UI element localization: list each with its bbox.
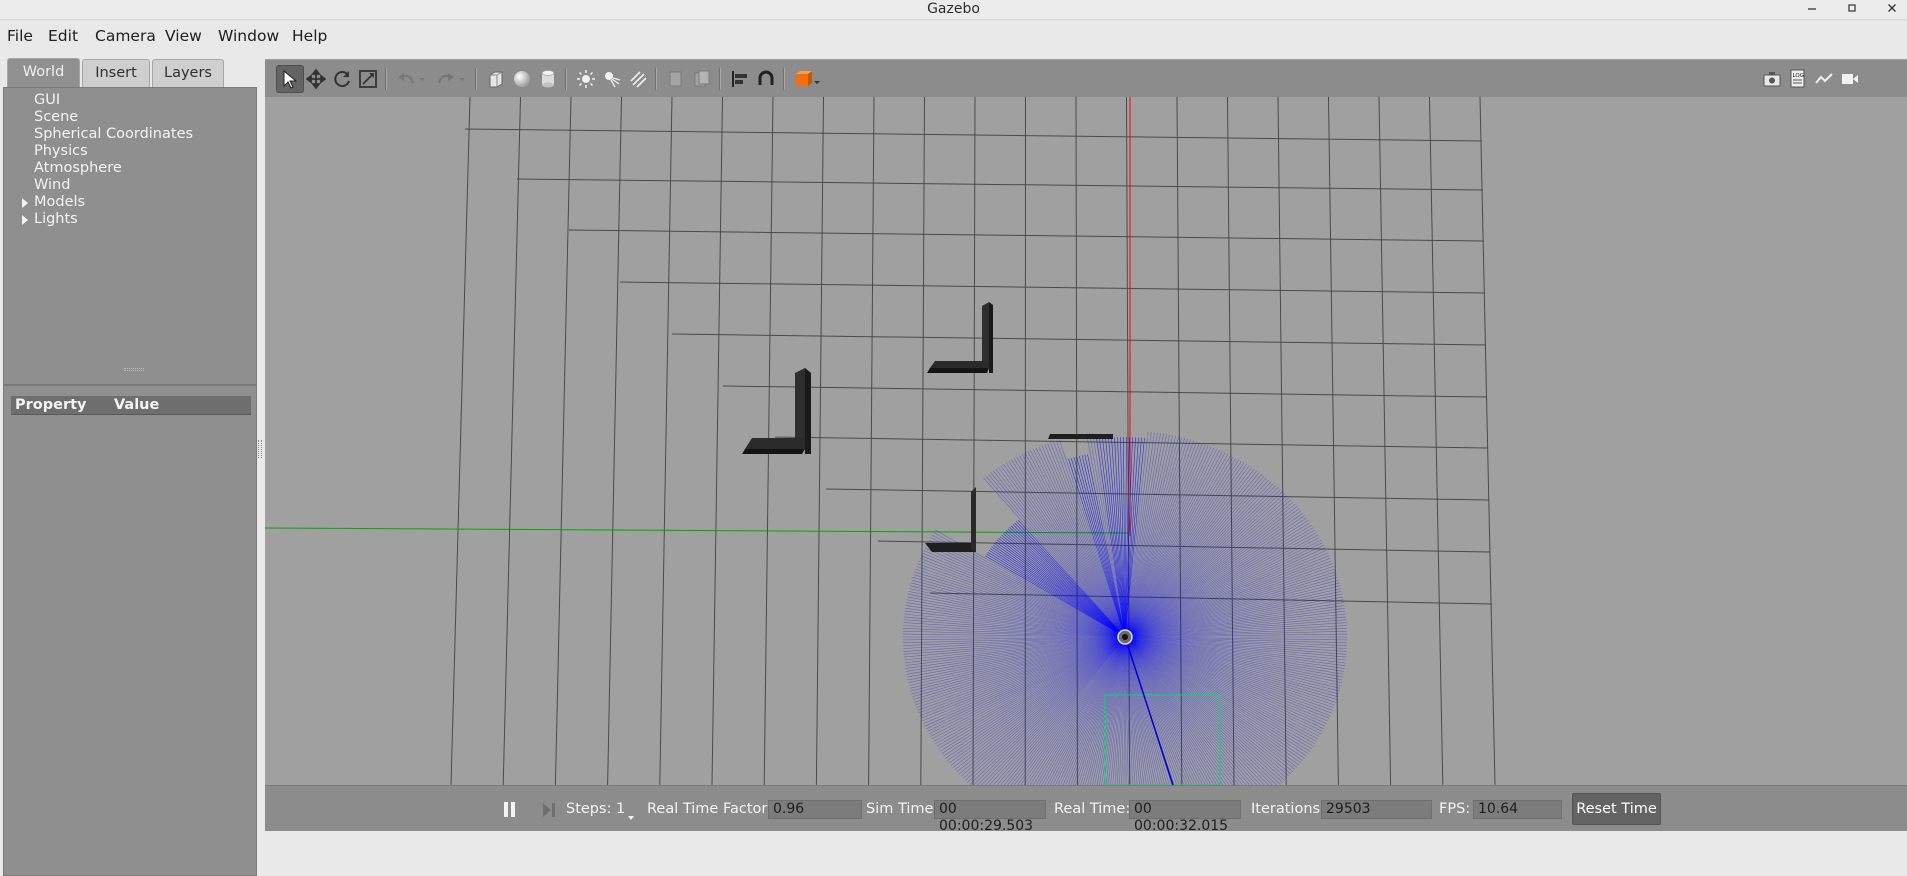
sim-time-label: Sim Time: — [866, 801, 938, 817]
menu-camera[interactable]: Camera — [95, 27, 156, 45]
tab-layers[interactable]: Layers — [152, 59, 224, 87]
real-time-field: 00 00:00:32.015 — [1129, 800, 1241, 819]
svg-text:LOG: LOG — [1793, 73, 1804, 79]
sim-time-field: 00 00:00:29.503 — [934, 800, 1046, 819]
menu-window[interactable]: Window — [218, 27, 279, 45]
align-icon[interactable] — [726, 65, 754, 93]
box-shape-icon[interactable] — [482, 65, 510, 93]
real-time-factor-field: 0.96 — [768, 800, 862, 819]
rotate-icon[interactable] — [328, 65, 356, 93]
translate-icon[interactable] — [302, 65, 330, 93]
toolbar-separator — [475, 68, 477, 90]
menu-edit[interactable]: Edit — [48, 27, 78, 45]
cylinder-shape-icon[interactable] — [534, 65, 562, 93]
tree-item-physics[interactable]: Physics — [34, 143, 88, 159]
snap-magnet-icon[interactable] — [752, 65, 780, 93]
steps-value[interactable]: 1 — [616, 801, 625, 817]
toolbar-separator — [385, 68, 387, 90]
property-column-header: Property — [15, 397, 87, 413]
undo-dropdown-icon[interactable] — [415, 65, 429, 93]
log-icon[interactable]: LOG — [1784, 65, 1812, 93]
point-light-icon[interactable] — [572, 65, 600, 93]
menu-file[interactable]: File — [7, 27, 33, 45]
menu-view[interactable]: View — [165, 27, 202, 45]
property-table-header: Property Value — [11, 396, 251, 415]
maximize-icon[interactable] — [1843, 2, 1861, 18]
pause-icon[interactable] — [500, 800, 520, 820]
scene-viewport[interactable] — [265, 97, 1907, 785]
change-view-icon[interactable] — [790, 65, 824, 93]
reset-time-button[interactable]: Reset Time — [1572, 793, 1661, 825]
minimize-icon[interactable] — [1803, 2, 1821, 18]
spot-light-icon[interactable] — [598, 65, 626, 93]
x-axis-line — [265, 528, 1128, 533]
left-panel-tabs: World Insert Layers — [3, 55, 257, 87]
video-record-icon[interactable] — [1836, 65, 1864, 93]
toolbar-separator — [783, 68, 785, 90]
real-time-label: Real Time: — [1054, 801, 1130, 817]
directional-light-icon[interactable] — [624, 65, 652, 93]
tree-item-lights[interactable]: Lights — [34, 211, 78, 227]
tab-world[interactable]: World — [7, 58, 80, 87]
laser-scan-rays — [903, 432, 1347, 785]
fps-field: 10.64 — [1473, 800, 1562, 819]
toolbar-separator — [655, 68, 657, 90]
sphere-shape-icon[interactable] — [508, 65, 536, 93]
toolbar-separator — [719, 68, 721, 90]
steps-dropdown-icon[interactable] — [627, 807, 637, 826]
tree-item-gui[interactable]: GUI — [34, 92, 60, 108]
property-panel: Property Value — [3, 385, 257, 876]
tree-item-spherical-coordinates[interactable]: Spherical Coordinates — [34, 126, 193, 142]
iterations-label: Iterations: — [1251, 801, 1325, 817]
redo-dropdown-icon[interactable] — [455, 65, 469, 93]
tree-item-wind[interactable]: Wind — [34, 177, 70, 193]
scale-icon[interactable] — [354, 65, 382, 93]
robot-model — [1118, 630, 1132, 644]
toolbar-separator — [565, 68, 567, 90]
panel-splitter-handle[interactable] — [124, 368, 144, 371]
wall-model-1 — [742, 368, 811, 454]
screenshot-camera-icon[interactable] — [1758, 65, 1786, 93]
steps-label: Steps: — [566, 801, 611, 817]
tree-item-scene[interactable]: Scene — [34, 109, 78, 125]
window-title: Gazebo — [0, 1, 1907, 17]
real-time-factor-label: Real Time Factor: — [647, 801, 772, 817]
paste-icon[interactable] — [688, 65, 716, 93]
main-toolbar: LOG — [265, 59, 1907, 97]
menu-help[interactable]: Help — [292, 27, 327, 45]
value-column-header: Value — [114, 397, 159, 413]
menubar: File Edit Camera View Window Help — [0, 20, 1907, 53]
simulation-status-bar: Steps: 1 Real Time Factor: 0.96 Sim Time… — [265, 785, 1907, 831]
expand-arrow-icon[interactable] — [22, 215, 28, 225]
select-arrow-icon[interactable] — [276, 65, 304, 93]
close-icon[interactable] — [1883, 2, 1901, 18]
iterations-field: 29503 — [1321, 800, 1432, 819]
left-panel-resize-handle[interactable] — [258, 440, 262, 458]
fps-label: FPS: — [1439, 801, 1470, 817]
window-titlebar: Gazebo — [0, 0, 1907, 20]
copy-icon[interactable] — [662, 65, 690, 93]
tab-insert[interactable]: Insert — [82, 59, 150, 87]
step-forward-icon[interactable] — [539, 800, 559, 820]
plot-icon[interactable] — [1810, 65, 1838, 93]
tree-item-atmosphere[interactable]: Atmosphere — [34, 160, 122, 176]
expand-arrow-icon[interactable] — [22, 198, 28, 208]
world-tree: GUI Scene Spherical Coordinates Physics … — [3, 87, 257, 385]
left-panel: World Insert Layers GUI Scene Spherical … — [3, 55, 257, 831]
tree-item-models[interactable]: Models — [34, 194, 85, 210]
